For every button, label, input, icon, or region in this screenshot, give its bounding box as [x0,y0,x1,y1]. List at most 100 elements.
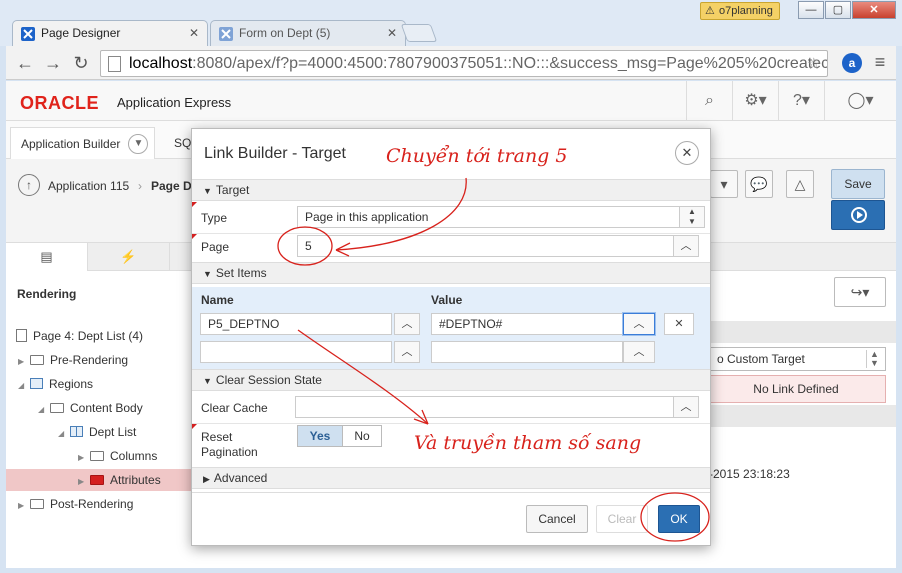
rendering-tab-icon[interactable]: ▤ [6,243,88,271]
run-page-button[interactable] [831,200,885,230]
value-column-header: Value [431,293,463,307]
tree-node-columns[interactable]: ▶ Columns [78,445,157,467]
browser-tab-form-on-dept[interactable]: Form on Dept (5) ✕ [210,20,406,46]
maximize-icon[interactable]: ▢ [825,1,851,19]
forward-arrow-icon[interactable]: → [42,52,64,74]
shared-components-icon[interactable]: △ [786,170,814,198]
report-region-icon [70,426,83,437]
last-updated-value: -2015 23:18:23 [709,467,790,481]
item-value-field[interactable] [431,341,623,363]
tree-node-label: Page 4: Dept List (4) [33,329,144,343]
tree-node-post-rendering[interactable]: ▶ Post-Rendering [18,493,133,515]
breadcrumb-application[interactable]: Application 115 [48,179,129,193]
dialog-title: Link Builder - Target [204,145,346,162]
tree-node-label: Content Body [70,401,143,415]
save-button[interactable]: Save [831,169,885,199]
type-select[interactable]: Page in this application [297,206,680,228]
page-field[interactable]: 5 [297,235,674,257]
item-name-field[interactable]: P5_DEPTNO [200,313,392,335]
expand-arrow-icon[interactable]: ▶ [18,495,30,517]
close-tab-icon[interactable]: ✕ [387,26,397,40]
back-arrow-icon[interactable]: ← [14,52,36,74]
reload-icon[interactable]: ↻ [70,52,92,74]
clear-cache-label: Clear Cache [201,401,268,415]
clear-button[interactable]: Clear [596,505,648,533]
collapse-triangle-icon: ▼ [203,376,212,386]
folder-icon [50,403,64,413]
expand-arrow-icon[interactable]: ▶ [18,351,30,373]
browser-tab-page-designer[interactable]: Page Designer ✕ [12,20,208,46]
product-name: Application Express [117,95,232,110]
chevron-up-icon[interactable]: ︿ [394,313,420,335]
help-icon[interactable]: ?▾ [778,81,824,121]
new-tab-button[interactable] [400,24,438,42]
tree-node-pre-rendering[interactable]: ▶ Pre-Rendering [18,349,128,371]
admin-tools-icon[interactable]: ⚙▾ [732,81,778,121]
chevron-up-icon[interactable]: ︿ [623,313,655,335]
tree-node-regions[interactable]: ◢ Regions [18,373,93,395]
collapse-arrow-icon[interactable]: ◢ [58,423,70,445]
tree-node-label: Pre-Rendering [50,353,129,367]
tab-sql-workshop[interactable]: SQ [174,136,191,150]
extension-icon[interactable]: a [842,53,862,73]
cancel-button[interactable]: Cancel [526,505,588,533]
tree-node-attributes[interactable]: ▶ Attributes [6,469,196,491]
property-menu-icon[interactable]: ↪▾ [834,277,886,307]
comment-icon[interactable]: 💬 [745,170,773,198]
chevron-down-icon[interactable]: ▼ [128,134,149,154]
search-icon[interactable]: ⌕ [686,81,732,121]
select-arrows-icon[interactable]: ▲ ▼ [679,206,705,228]
collapse-triangle-icon: ▼ [203,269,212,279]
section-advanced[interactable]: ▶ Advanced [192,467,710,489]
section-set-items[interactable]: ▼ Set Items [192,262,710,284]
tree-node-label: Post-Rendering [50,497,134,511]
tree-node-dept-list[interactable]: ◢ Dept List [58,421,136,443]
up-arrow-icon[interactable]: ↑ [18,174,40,196]
chevron-up-icon[interactable]: ︿ [673,396,699,418]
minimize-icon[interactable]: — [798,1,824,19]
breadcrumb-page[interactable]: Page D [151,179,192,193]
rendering-heading: Rendering [17,287,77,301]
profile-badge[interactable]: o7planning [700,2,780,20]
reset-pagination-yes[interactable]: Yes [297,425,343,447]
expand-arrow-icon[interactable]: ▶ [78,471,90,493]
bookmark-star-icon[interactable]: ☆ [807,54,821,74]
apex-favicon-icon [21,27,35,41]
collapse-arrow-icon[interactable]: ◢ [18,375,30,397]
apex-favicon-icon [219,27,233,41]
tree-node-content-body[interactable]: ◢ Content Body [38,397,143,419]
chrome-menu-icon[interactable]: ≡ [870,52,890,73]
folder-icon [30,499,44,509]
remove-row-icon[interactable]: ✕ [664,313,694,335]
tab-label: Application Builder [21,137,121,151]
chevron-up-icon[interactable]: ︿ [623,341,655,363]
close-tab-icon[interactable]: ✕ [189,26,199,40]
user-avatar-icon[interactable]: ◯▾ [824,81,896,121]
link-type-select[interactable]: o Custom Target ▲ ▼ [706,347,886,371]
ok-button[interactable]: OK [658,505,700,533]
close-icon[interactable]: ✕ [675,141,699,165]
collapse-arrow-icon[interactable]: ◢ [38,399,50,421]
expand-arrow-icon[interactable]: ▶ [78,447,90,469]
property-group-strip [706,321,896,343]
link-builder-button[interactable]: No Link Defined [706,375,886,403]
section-label: Target [215,183,250,197]
dynamic-actions-tab-icon[interactable]: ⚡ [88,243,170,271]
type-label: Type [201,211,228,225]
chevron-down-icon[interactable]: ▾ [710,170,738,198]
item-value-field[interactable]: #DEPTNO# [431,313,623,335]
folder-red-icon [90,475,104,485]
address-bar[interactable]: localhost:8080/apex/f?p=4000:4500:780790… [100,50,828,77]
tab-application-builder[interactable]: Application Builder ▼ [10,127,156,159]
section-clear-session-state[interactable]: ▼ Clear Session State [192,369,710,391]
section-target[interactable]: ▼ Target [192,179,710,201]
reset-pagination-no[interactable]: No [342,425,382,447]
item-name-field[interactable] [200,341,392,363]
row-divider [192,423,710,424]
set-items-grid: Name Value P5_DEPTNO ︿ #DEPTNO# ︿ ✕ ︿ ︿ [192,287,710,369]
chevron-up-icon[interactable]: ︿ [394,341,420,363]
clear-cache-field[interactable] [295,396,674,418]
close-window-icon[interactable]: ✕ [852,1,896,19]
chevron-up-icon[interactable]: ︿ [673,235,699,257]
tree-node-page[interactable]: Page 4: Dept List (4) [16,325,143,347]
